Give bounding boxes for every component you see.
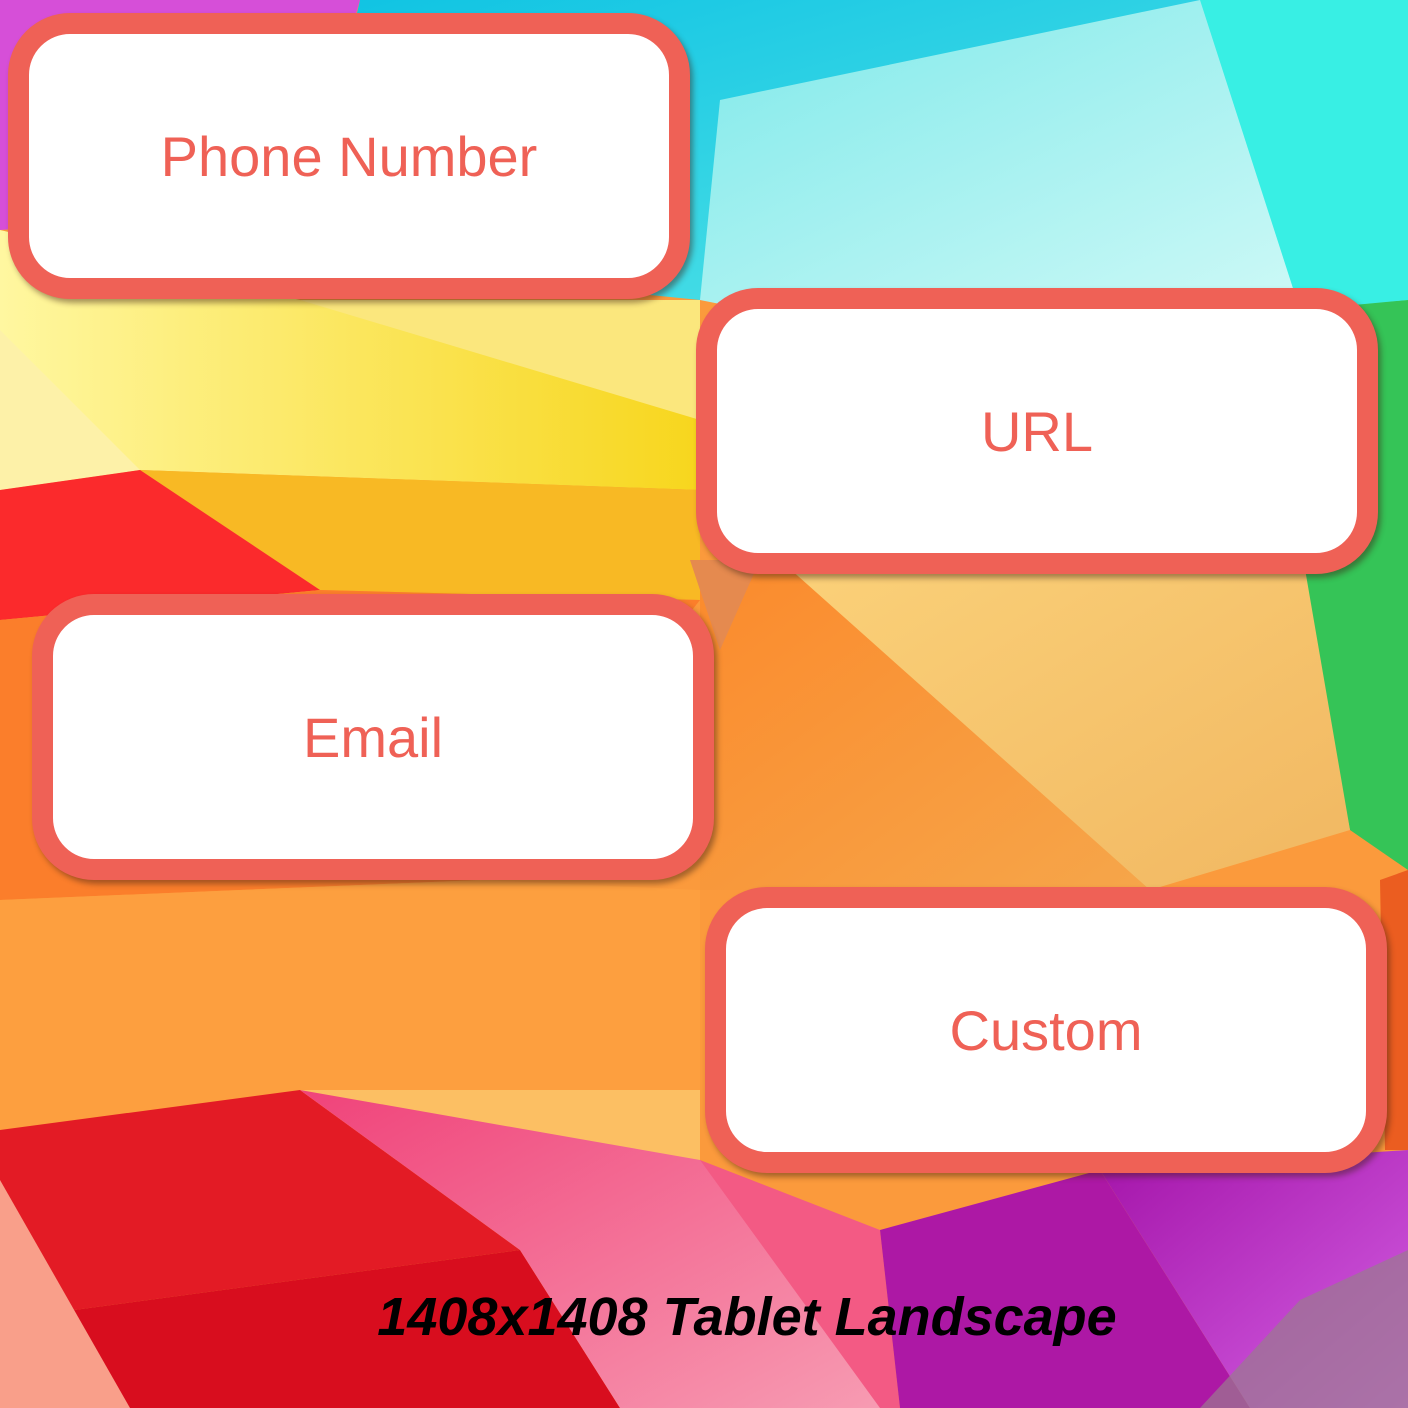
- phone-number-button[interactable]: Phone Number: [8, 13, 690, 299]
- email-button-label: Email: [302, 705, 444, 769]
- device-size-caption: 1408x1408 Tablet Landscape: [377, 1287, 1117, 1347]
- phone-number-button-label: Phone Number: [160, 124, 538, 188]
- url-button[interactable]: URL: [696, 288, 1378, 574]
- custom-button-label: Custom: [949, 998, 1143, 1062]
- custom-button[interactable]: Custom: [705, 887, 1387, 1173]
- email-button[interactable]: Email: [32, 594, 714, 880]
- url-button-label: URL: [980, 399, 1094, 463]
